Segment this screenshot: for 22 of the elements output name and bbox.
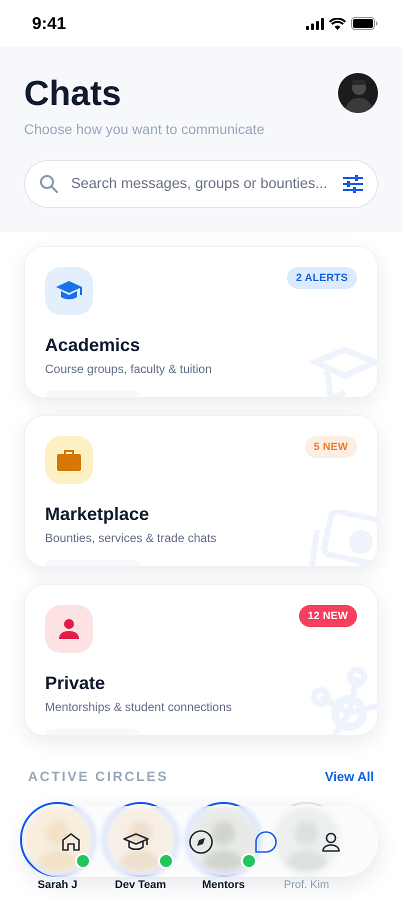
view-all-link[interactable]: View All: [324, 769, 374, 784]
section-heading: ACTIVE CIRCLES: [28, 769, 169, 784]
count-badge: 12 NEW: [298, 605, 357, 627]
category-description: Mentorships & student connections: [45, 700, 233, 714]
category-description: Course groups, faculty & tuition: [45, 362, 213, 376]
count-badge: 2 ALERTS: [287, 267, 357, 289]
circle-name: Sarah J: [38, 879, 78, 892]
search-field[interactable]: Search messages, groups or bounties...: [71, 176, 331, 192]
circle-name: Mentors: [202, 879, 245, 892]
category-card[interactable]: 5 NEW Marketplace Bounties, services & trade chats: [24, 415, 378, 567]
category-title: Academics: [45, 335, 142, 356]
status-time: 9:41: [32, 14, 66, 34]
category-card[interactable]: 12 NEW Private Mentorships & student connections: [24, 584, 378, 736]
circle-name: Dev Team: [114, 879, 166, 892]
page-title: Chats: [24, 73, 122, 115]
count-badge: 5 NEW: [304, 436, 357, 458]
category-card[interactable]: 2 ALERTS Academics Course groups, faculty & tuition: [24, 246, 378, 398]
category-description: Bounties, services & trade chats: [45, 531, 218, 545]
circle-name: Prof. Kim: [284, 879, 330, 892]
page-subtitle: Choose how you want to communicate: [24, 121, 264, 137]
category-title: Private: [45, 673, 106, 694]
category-title: Marketplace: [45, 504, 150, 525]
